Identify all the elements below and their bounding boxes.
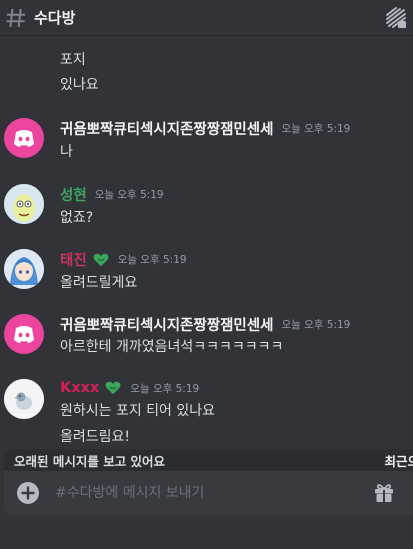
message-text: 있나요	[60, 77, 99, 93]
message-header: 귀욤뽀짝큐티섹시지존짱짱잼민센세 오늘 오후 5:19	[60, 118, 350, 139]
message-header: 성현 오늘 오후 5:19	[60, 184, 164, 205]
message-input[interactable]	[55, 478, 355, 508]
viewing-older-messages-bar: 오래된 메시지를 보고 있어요 최근으	[4, 449, 413, 471]
message-text: 나	[60, 144, 73, 160]
timestamp: 오늘 오후 5:19	[117, 254, 187, 266]
discord-logo-icon	[14, 130, 34, 147]
cartoon-character-avatar[interactable]	[4, 184, 44, 224]
username[interactable]: 성현	[60, 184, 87, 205]
channel-header: 수다방	[0, 0, 413, 36]
add-attachment-icon[interactable]	[16, 481, 40, 505]
timestamp: 오늘 오후 5:19	[281, 319, 351, 331]
username[interactable]: Kxxx	[60, 380, 99, 396]
cartoon-character-icon	[4, 184, 44, 224]
message-text: 원하시는 포지 티어 있나요	[60, 403, 216, 419]
older-messages-notice: 오래된 메시지를 보고 있어요	[14, 453, 166, 469]
anime-character-avatar[interactable]	[4, 249, 44, 289]
channel-hash-icon	[6, 8, 26, 27]
green-heart-role-icon	[93, 253, 109, 266]
message-header: 태진 오늘 오후 5:19	[60, 249, 187, 270]
discord-logo-avatar[interactable]	[4, 118, 44, 158]
anime-character-icon	[4, 249, 44, 289]
gift-icon[interactable]	[373, 483, 395, 503]
message-text: 올려드릴게요	[60, 275, 138, 291]
timestamp: 오늘 오후 5:19	[130, 382, 200, 395]
timestamp: 오늘 오후 5:19	[281, 123, 351, 135]
discord-logo-avatar[interactable]	[4, 314, 44, 354]
message-header: Kxxx 오늘 오후 5:19	[60, 379, 199, 397]
message-text: 없죠?	[60, 210, 94, 226]
message-text: 올려드림요!	[60, 429, 131, 445]
bird-avatar[interactable]	[4, 379, 44, 419]
bottom-margin	[0, 515, 413, 549]
message-composer	[4, 471, 413, 515]
discord-logo-icon	[14, 326, 34, 343]
channel-name: 수다방	[34, 9, 76, 27]
bird-icon	[4, 379, 44, 419]
threads-icon[interactable]	[384, 6, 408, 30]
timestamp: 오늘 오후 5:19	[94, 189, 164, 201]
username[interactable]: 귀욤뽀짝큐티섹시지존짱짱잼민센세	[60, 118, 273, 139]
username[interactable]: 귀욤뽀짝큐티섹시지존짱짱잼민센세	[60, 314, 273, 335]
jump-to-present-button[interactable]: 최근으	[384, 451, 413, 470]
chat-window: 수다방 포지 있나요 귀욤뽀짝큐티섹시지존짱짱잼민센세 오늘 오후 5:19 나	[0, 0, 413, 549]
message-text: 아르한테 개까였음녀석ㅋㅋㅋㅋㅋㅋㅋ	[60, 339, 284, 355]
green-heart-role-icon	[105, 381, 121, 395]
message-header: 귀욤뽀짝큐티섹시지존짱짱잼민센세 오늘 오후 5:19	[60, 314, 350, 335]
message-text: 포지	[60, 52, 86, 68]
username[interactable]: 태진	[60, 249, 87, 270]
